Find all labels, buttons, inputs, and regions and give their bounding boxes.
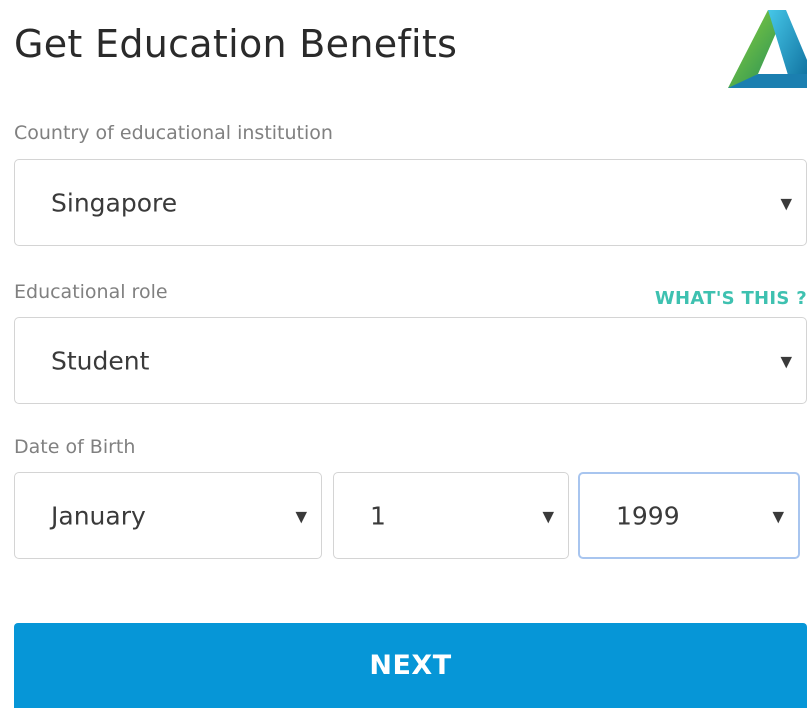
whats-this-link[interactable]: WHAT'S THIS ? (655, 288, 807, 309)
dob-year-value: 1999 (616, 501, 680, 530)
next-button[interactable]: NEXT (14, 623, 807, 708)
country-label: Country of educational institution (14, 122, 333, 144)
dob-day-value: 1 (370, 501, 386, 530)
chevron-down-icon: ▼ (542, 507, 554, 526)
dob-day-select[interactable]: 1 ▼ (333, 472, 569, 559)
dob-year-select[interactable]: 1999 ▼ (578, 472, 800, 559)
country-select[interactable]: Singapore ▼ (14, 159, 807, 246)
country-select-value: Singapore (51, 188, 178, 217)
chevron-down-icon: ▼ (780, 194, 792, 213)
autodesk-logo-icon (728, 10, 807, 88)
chevron-down-icon: ▼ (772, 507, 784, 526)
role-label: Educational role (14, 281, 168, 303)
chevron-down-icon: ▼ (295, 507, 307, 526)
dob-month-value: January (51, 501, 146, 530)
dob-label: Date of Birth (14, 436, 136, 458)
dob-month-select[interactable]: January ▼ (14, 472, 322, 559)
page-title: Get Education Benefits (14, 22, 458, 66)
role-select-value: Student (51, 346, 150, 375)
chevron-down-icon: ▼ (780, 352, 792, 371)
role-select[interactable]: Student ▼ (14, 317, 807, 404)
